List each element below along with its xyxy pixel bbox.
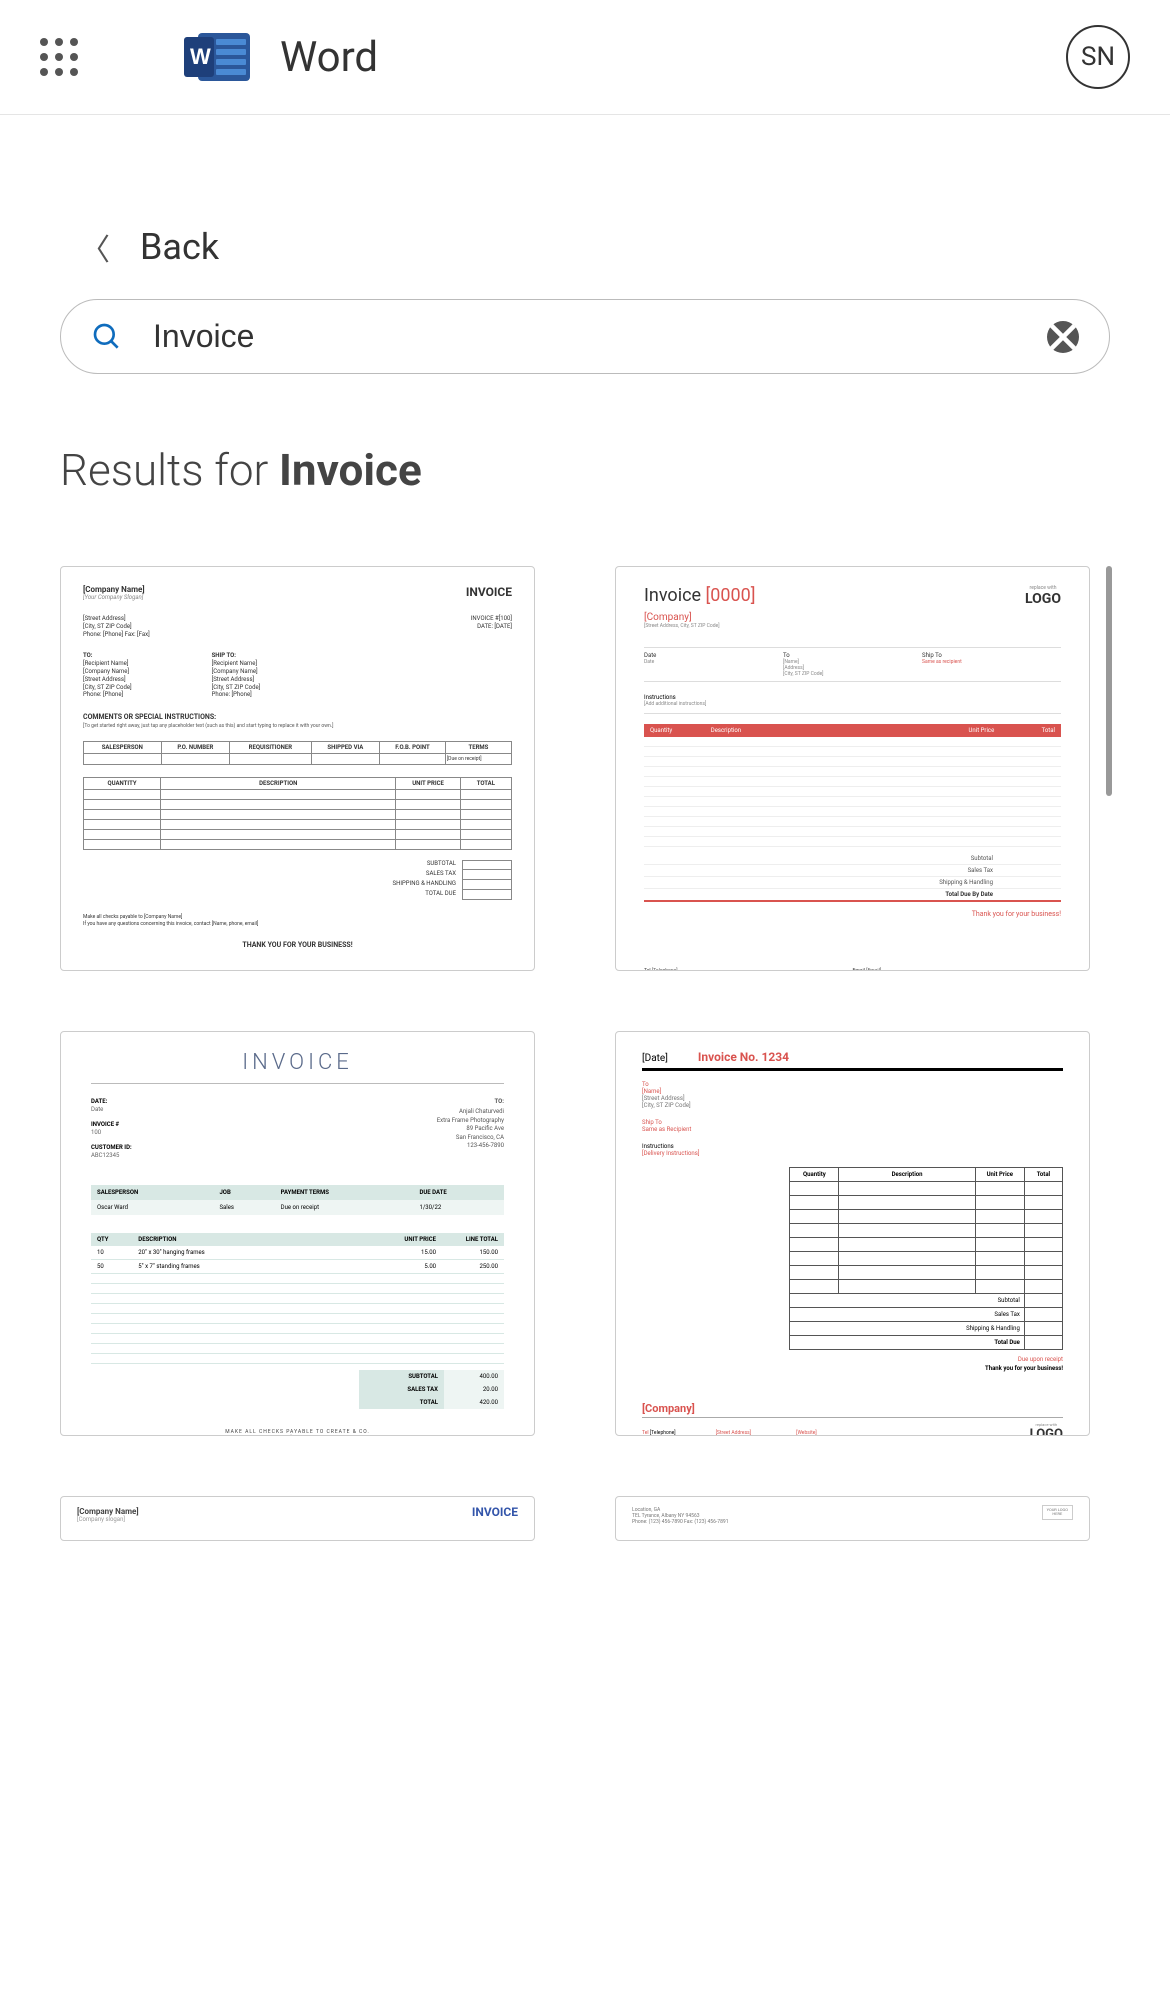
template-card[interactable]: [Company Name] [Company slogan] INVOICE bbox=[60, 1496, 535, 1541]
chevron-left-icon: 〈 bbox=[80, 225, 110, 269]
scrollbar[interactable] bbox=[1106, 566, 1112, 796]
search-field[interactable] bbox=[60, 299, 1110, 374]
template-card[interactable]: Invoice [0000] [Company] [Street Address… bbox=[615, 566, 1090, 971]
partial-templates: [Company Name] [Company slogan] INVOICE … bbox=[60, 1496, 1110, 1541]
user-avatar[interactable]: SN bbox=[1066, 25, 1130, 89]
template-card[interactable]: INVOICE DATE:Date INVOICE #100 CUSTOMER … bbox=[60, 1031, 535, 1436]
template-grid: [Company Name] [Your Company Slogan] INV… bbox=[60, 566, 1110, 1436]
search-input[interactable] bbox=[153, 318, 1017, 355]
app-header: W Word SN bbox=[0, 0, 1170, 115]
template-thumbnail: Invoice [0000] [Company] [Street Address… bbox=[616, 567, 1089, 970]
search-icon bbox=[91, 321, 123, 353]
results-heading: Results for Invoice bbox=[60, 444, 1110, 496]
template-thumbnail: INVOICE DATE:Date INVOICE #100 CUSTOMER … bbox=[61, 1032, 534, 1435]
content-area: 〈 Back Results for Invoice [Company Name… bbox=[0, 115, 1170, 1581]
clear-search-button[interactable] bbox=[1047, 321, 1079, 353]
back-button[interactable]: 〈 Back bbox=[80, 225, 1110, 269]
template-thumbnail: [Date]Invoice No. 1234 To[Name][Street A… bbox=[616, 1032, 1089, 1435]
word-logo-icon: W bbox=[198, 33, 250, 81]
app-launcher-icon[interactable] bbox=[40, 38, 78, 76]
template-card[interactable]: [Company Name] [Your Company Slogan] INV… bbox=[60, 566, 535, 971]
template-card[interactable]: YOUR LOGOHERE Location, GA TEL Tyrance, … bbox=[615, 1496, 1090, 1541]
app-name: Word bbox=[280, 33, 378, 82]
close-icon bbox=[1047, 321, 1079, 353]
template-card[interactable]: [Date]Invoice No. 1234 To[Name][Street A… bbox=[615, 1031, 1090, 1436]
back-label: Back bbox=[140, 226, 219, 268]
template-thumbnail: [Company Name] [Your Company Slogan] INV… bbox=[61, 567, 534, 970]
